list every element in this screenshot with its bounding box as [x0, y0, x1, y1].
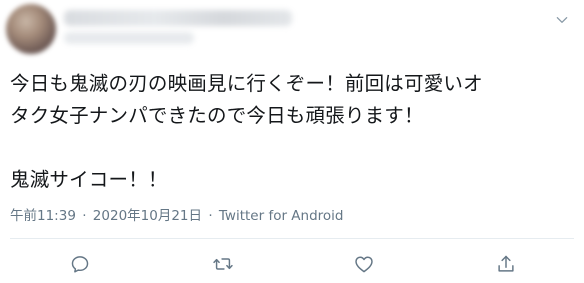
- tweet-text: 今日も鬼滅の刃の映画見に行くぞー！前回は可愛いオ タク女子ナンパできたので今日も…: [10, 68, 570, 196]
- author-handle-redacted[interactable]: [64, 32, 194, 44]
- tweet-metadata: 午前11:39 · 2020年10月21日 · Twitter for Andr…: [10, 204, 344, 224]
- like-button[interactable]: [352, 252, 376, 276]
- reply-button[interactable]: [68, 252, 92, 276]
- tweet-text-line: 今日も鬼滅の刃の映画見に行くぞー！前回は可愛いオ: [10, 72, 483, 95]
- share-button[interactable]: [494, 252, 518, 276]
- meta-separator: ·: [208, 208, 213, 224]
- author-name-redacted[interactable]: [64, 10, 292, 26]
- tweet-card: 今日も鬼滅の刃の映画見に行くぞー！前回は可愛いオ タク女子ナンパできたので今日も…: [0, 0, 584, 283]
- tweet-text-line: 鬼滅サイコー！！: [10, 168, 168, 191]
- heart-icon: [355, 256, 373, 273]
- tweet-date[interactable]: 2020年10月21日: [93, 208, 202, 224]
- retweet-button[interactable]: [211, 252, 235, 276]
- retweet-icon: [213, 258, 233, 270]
- user-avatar[interactable]: [6, 4, 56, 54]
- meta-separator: ·: [82, 208, 87, 224]
- reply-icon: [71, 256, 89, 273]
- tweet-actions: [0, 250, 584, 278]
- share-icon: [498, 255, 514, 272]
- tweet-text-line: タク女子ナンパできたので今日も頑張ります！: [10, 104, 424, 127]
- more-options-button[interactable]: [552, 10, 572, 30]
- tweet-time[interactable]: 午前11:39: [10, 208, 76, 224]
- divider: [10, 238, 574, 239]
- chevron-down-icon: [556, 17, 568, 23]
- tweet-source-link[interactable]: Twitter for Android: [219, 208, 344, 224]
